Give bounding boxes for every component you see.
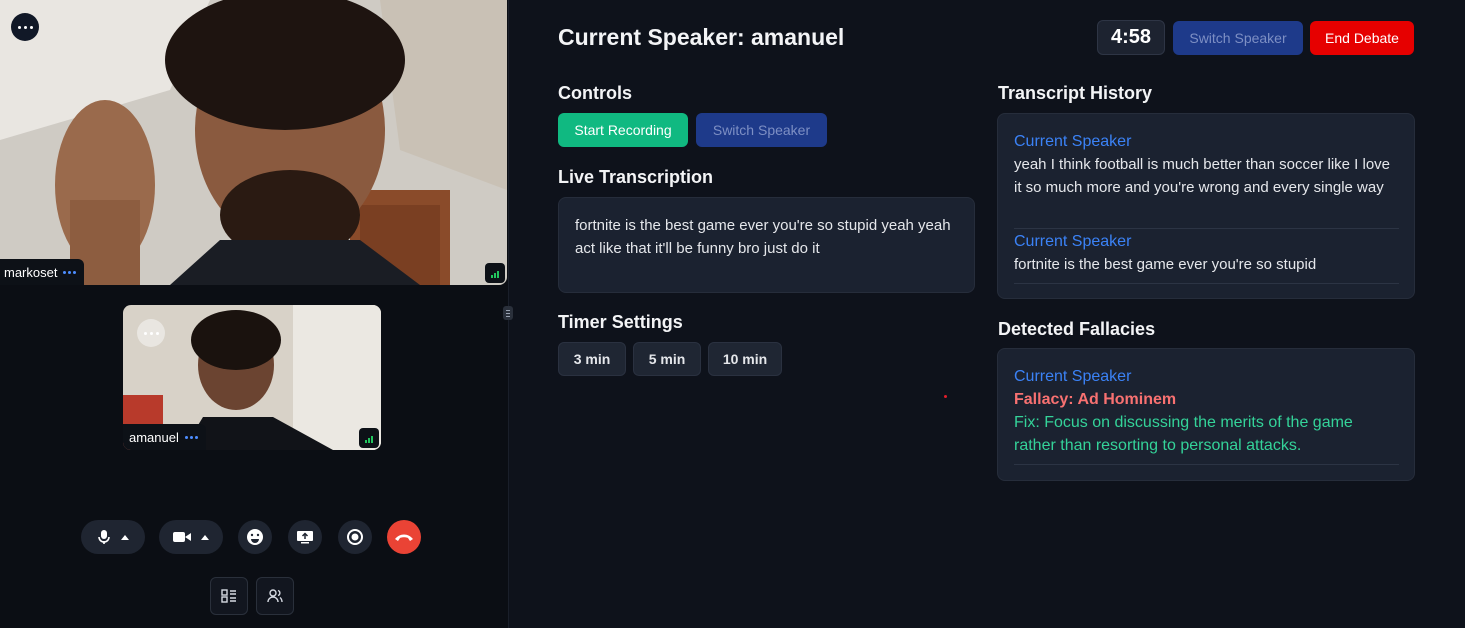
video-tile-main[interactable]: markoset [0,0,507,285]
switch-speaker-button[interactable]: Switch Speaker [696,113,827,147]
speaking-dots-icon [63,270,77,274]
history-speaker: Current Speaker [1014,233,1132,250]
live-transcription-heading: Live Transcription [558,167,714,187]
signal-strength-icon [485,263,505,283]
layout-button[interactable] [210,577,248,615]
history-text: fortnite is the best game ever you're so… [1014,256,1317,273]
fallacy-name: Fallacy: Ad Hominem [1014,391,1177,408]
participant-name: amanuel [129,429,179,445]
present-screen-icon [297,531,313,544]
secondary-controls [210,577,294,615]
debate-app: Current Speaker: amanuel 4:58 Switch Spe… [510,0,1465,628]
video-tile-self[interactable]: amanuel [123,305,381,450]
end-call-button[interactable] [387,520,421,554]
fallacy-speaker: Current Speaker [1014,368,1132,385]
participant-video [0,0,507,285]
layout-list-icon [221,589,236,603]
signal-strength-icon [359,428,379,448]
camera-icon [173,532,191,542]
share-screen-button[interactable] [288,520,322,554]
history-text: yeah I think football is much better tha… [1014,156,1391,196]
participant-name: markoset [4,264,58,280]
video-call-panel: markoset amanuel [0,0,513,628]
hang-up-icon [395,534,413,541]
detected-fallacies-box: Current Speaker Fallacy: Ad Hominem Fix:… [997,348,1415,481]
record-button[interactable] [338,520,372,554]
tile-options-button[interactable] [11,13,39,41]
emoji-icon [247,529,263,545]
call-controls [0,520,509,556]
timer-option-10min[interactable]: 10 min [708,342,782,376]
switch-speaker-header-button[interactable]: Switch Speaker [1173,21,1303,55]
tile-options-button[interactable] [137,319,165,347]
page-title: Current Speaker: amanuel [558,24,845,50]
participant-name-tag: amanuel [123,424,206,450]
speaking-dots-icon [184,435,198,439]
transcript-history-heading: Transcript History [998,83,1153,103]
people-icon [267,589,283,603]
fallacy-entry: Current Speaker Fallacy: Ad Hominem Fix:… [1014,365,1399,465]
controls-heading: Controls [558,83,632,103]
fallacy-fix: Fix: Focus on discussing the merits of t… [1014,414,1353,454]
timer-option-3min[interactable]: 3 min [558,342,626,376]
history-entry: Current Speaker fortnite is the best gam… [1014,230,1399,284]
camera-button[interactable] [159,520,223,554]
participant-name-tag: markoset [0,259,85,285]
start-recording-button[interactable]: Start Recording [558,113,688,147]
countdown-timer: 4:58 [1097,20,1165,55]
microphone-icon [98,530,110,544]
live-transcription-text: fortnite is the best game ever you're so… [575,217,951,257]
status-dot [944,395,947,398]
participants-button[interactable] [256,577,294,615]
live-transcription-box: fortnite is the best game ever you're so… [558,197,975,293]
record-icon [347,529,363,545]
history-entry: Current Speaker yeah I think football is… [1014,130,1399,229]
chevron-up-icon[interactable] [201,534,209,540]
transcript-history-box: Current Speaker yeah I think football is… [997,113,1415,299]
chevron-up-icon[interactable] [121,534,129,540]
history-speaker: Current Speaker [1014,133,1132,150]
detected-fallacies-heading: Detected Fallacies [998,319,1156,339]
end-debate-button[interactable]: End Debate [1310,21,1414,55]
timer-settings-heading: Timer Settings [558,312,683,332]
reactions-button[interactable] [238,520,272,554]
microphone-button[interactable] [81,520,145,554]
timer-option-5min[interactable]: 5 min [633,342,701,376]
